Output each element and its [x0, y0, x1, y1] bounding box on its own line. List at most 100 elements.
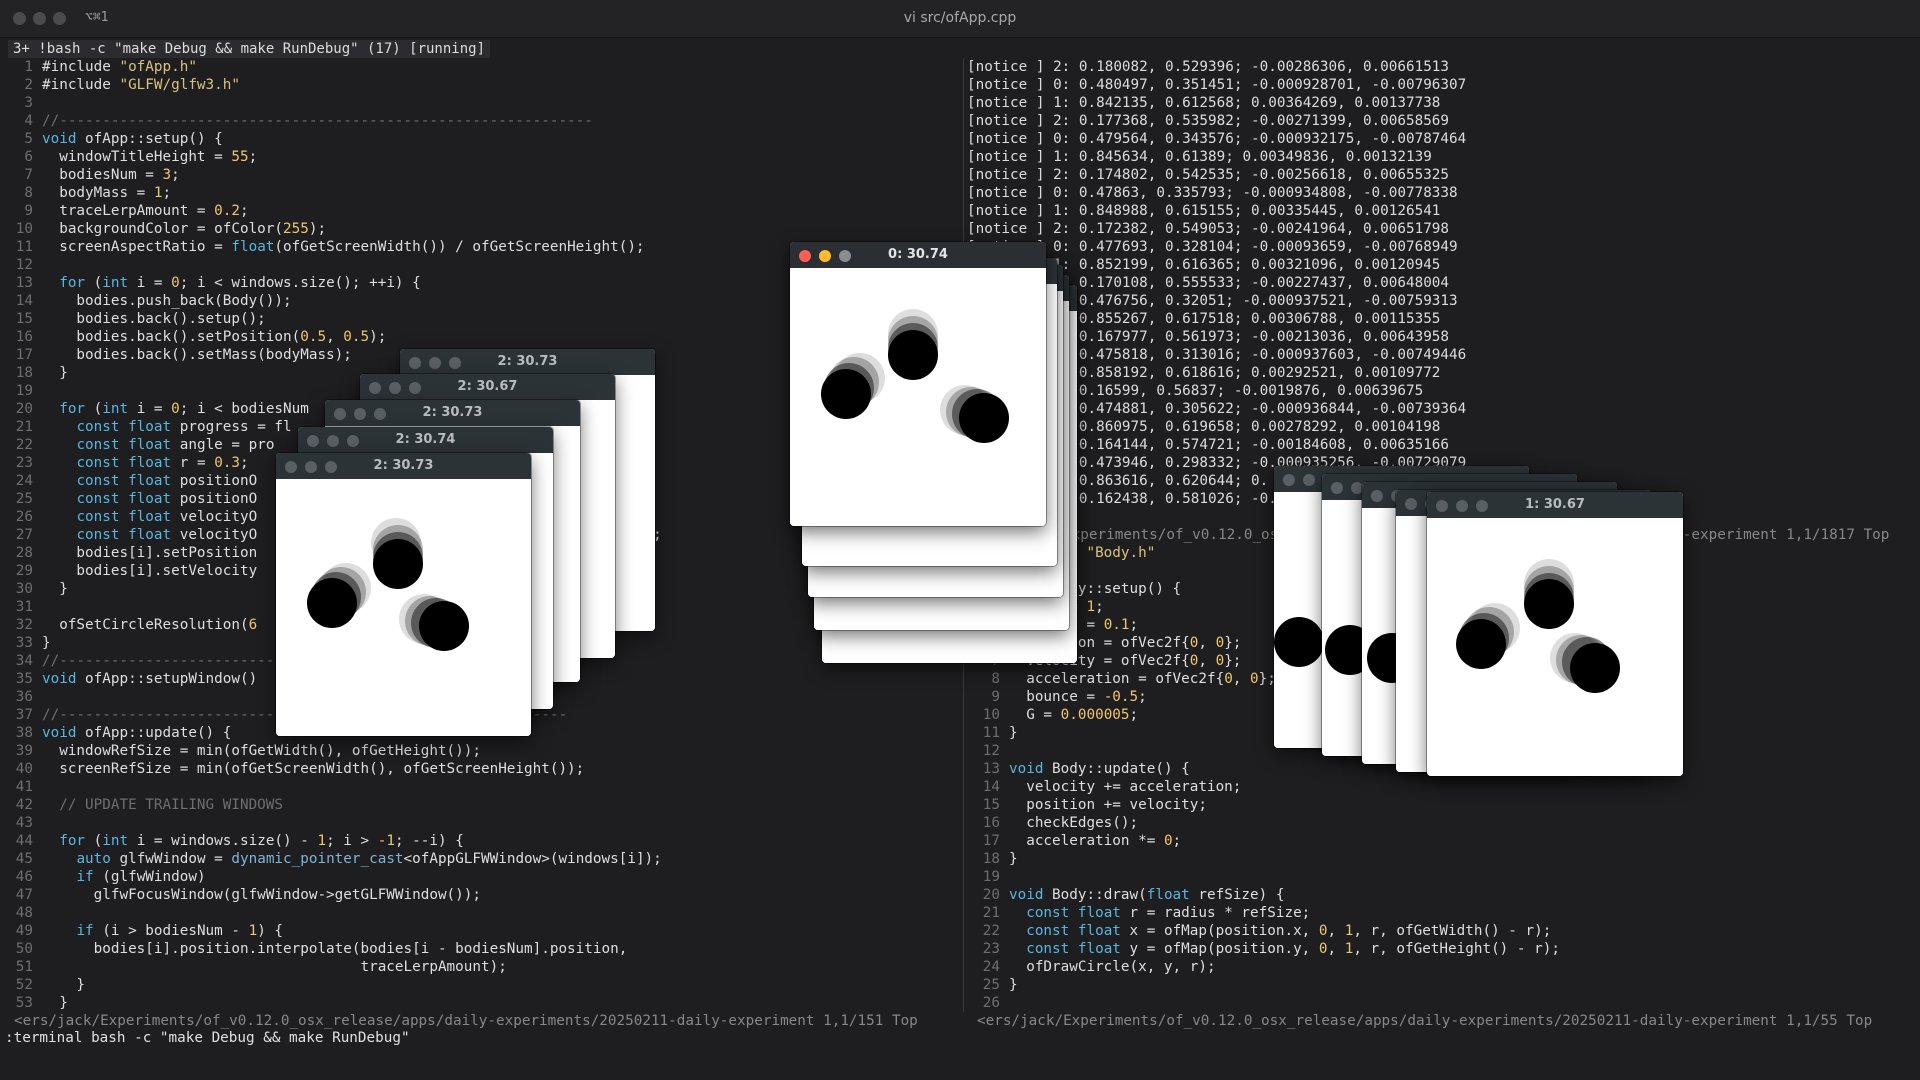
- right-code-line[interactable]: 25}: [967, 976, 1920, 994]
- line-number: 44: [15, 833, 33, 849]
- code-text: ofDrawCircle(x, y, r);: [1009, 959, 1216, 975]
- log-line: [notice ] 2: 0.164144, 0.574721; -0.0018…: [967, 437, 1450, 453]
- code-text: bounce = -0.5;: [1009, 689, 1147, 705]
- body-circle: [419, 601, 469, 651]
- line-number: 9: [24, 203, 33, 219]
- code-text: windowRefSize = min(ofGetWidth(), ofGetH…: [42, 743, 481, 759]
- code-text: bodies.back().setup();: [42, 311, 266, 327]
- line-number: 12: [982, 743, 1000, 759]
- left-code-line[interactable]: 39 windowRefSize = min(ofGetWidth(), ofG…: [0, 742, 962, 760]
- left-code-line[interactable]: 1 #include "ofApp.h": [0, 58, 962, 76]
- line-number: 21: [15, 419, 33, 435]
- line-number: 4: [24, 113, 33, 129]
- left-code-line[interactable]: 10 backgroundColor = ofColor(255);: [0, 220, 962, 238]
- code-text: void Body::draw(float refSize) {: [1009, 887, 1285, 903]
- log-line: [notice ] 2: 0.174802, 0.542535; -0.0025…: [967, 167, 1450, 183]
- log-line: [notice ] 2: 0.167977, 0.561973; -0.0021…: [967, 329, 1450, 345]
- bodies-render: [307, 518, 469, 651]
- right-code-line[interactable]: 23 const float y = ofMap(position.y, 0, …: [967, 940, 1920, 958]
- right-code-line[interactable]: 24 ofDrawCircle(x, y, r);: [967, 958, 1920, 976]
- left-code-line[interactable]: 52 }: [0, 976, 962, 994]
- left-code-line[interactable]: 9 traceLerpAmount = 0.2;: [0, 202, 962, 220]
- left-code-line[interactable]: 5 void ofApp::setup() {: [0, 130, 962, 148]
- code-text: const float x = ofMap(position.x, 0, 1, …: [1026, 923, 1552, 939]
- of-window-left-1[interactable]: 2: 30.73: [276, 453, 531, 736]
- line-number: 20: [982, 887, 1000, 903]
- left-code-line[interactable]: 42 // UPDATE TRAILING WINDOWS: [0, 796, 962, 814]
- code-text: const float progress = fl: [76, 419, 292, 435]
- left-code-line[interactable]: 40 screenRefSize = min(ofGetScreenWidth(…: [0, 760, 962, 778]
- left-code-line[interactable]: 48: [0, 904, 962, 922]
- vim-tabline[interactable]: 3+ !bash -c "make Debug && make RunDebug…: [8, 40, 491, 58]
- left-code-line[interactable]: 3: [0, 94, 962, 112]
- line-number: 42: [15, 797, 33, 813]
- line-number: 40: [15, 761, 33, 777]
- of-window-right-1[interactable]: 1: 30.67: [1427, 492, 1683, 776]
- body-circle: [888, 330, 938, 380]
- bodies-render: [821, 309, 1009, 443]
- line-number: 18: [982, 851, 1000, 867]
- right-code-line[interactable]: 26: [967, 994, 1920, 1012]
- line-number: 1: [24, 59, 33, 75]
- code-text: backgroundColor = ofColor(255);: [42, 221, 327, 237]
- right-code-line[interactable]: 19: [967, 868, 1920, 886]
- code-text: }: [42, 995, 68, 1011]
- left-status-line: <ers/jack/Experiments/of_v0.12.0_osx_rel…: [14, 1013, 918, 1029]
- code-text: }: [42, 581, 68, 597]
- left-code-line[interactable]: 47 glfwFocusWindow(glfwWindow->getGLFWWi…: [0, 886, 962, 904]
- left-code-line[interactable]: 46 if (glfwWindow): [0, 868, 962, 886]
- right-code-line[interactable]: 15 position += velocity;: [967, 796, 1920, 814]
- left-code-line[interactable]: 43: [0, 814, 962, 832]
- line-number: 14: [15, 293, 33, 309]
- code-text: bodiesNum = 3;: [42, 167, 180, 183]
- right-code-line[interactable]: 20 void Body::draw(float refSize) {: [967, 886, 1920, 904]
- left-code-line[interactable]: 45 auto glfwWindow = dynamic_pointer_cas…: [0, 850, 962, 868]
- log-output-pane[interactable]: [notice ] 2: 0.180082, 0.529396; -0.0028…: [967, 58, 1920, 508]
- right-code-line[interactable]: 22 const float x = ofMap(position.x, 0, …: [967, 922, 1920, 940]
- code-text: void ofApp::setupWindow(): [42, 671, 258, 687]
- left-code-line[interactable]: 49 if (i > bodiesNum - 1) {: [0, 922, 962, 940]
- body-circle: [1524, 579, 1574, 629]
- right-code-line[interactable]: 14 velocity += acceleration;: [967, 778, 1920, 796]
- log-line: [notice ] 0: 0.477693, 0.328104; -0.0009…: [967, 239, 1458, 255]
- left-code-line[interactable]: 4 //-------------------------------------…: [0, 112, 962, 130]
- left-code-line[interactable]: 51 traceLerpAmount);: [0, 958, 962, 976]
- of-window-title: 0: 30.74: [888, 247, 948, 262]
- left-code-line[interactable]: 44 for (int i = windows.size() - 1; i > …: [0, 832, 962, 850]
- line-number: 53: [15, 995, 33, 1011]
- line-number: 32: [15, 617, 33, 633]
- left-code-line[interactable]: 7 bodiesNum = 3;: [0, 166, 962, 184]
- command-line[interactable]: :terminal bash -c "make Debug && make Ru…: [5, 1030, 410, 1046]
- log-line: [notice ] 2: 0.16599, 0.56837; -0.001987…: [967, 383, 1424, 399]
- left-code-line[interactable]: 2 #include "GLFW/glfw3.h": [0, 76, 962, 94]
- line-number: 10: [982, 707, 1000, 723]
- log-line: [notice ] 1: 0.845634, 0.61389; 0.003498…: [967, 149, 1432, 165]
- code-text: G = 0.000005;: [1009, 707, 1139, 723]
- line-number: 6: [24, 149, 33, 165]
- log-line: [notice ] 2: 0.180082, 0.529396; -0.0028…: [967, 59, 1450, 75]
- terminal-titlebar: ⌥⌘1 vi src/ofApp.cpp: [0, 0, 1920, 38]
- line-number: 22: [15, 437, 33, 453]
- line-number: 48: [15, 905, 33, 921]
- right-code-line[interactable]: 18}: [967, 850, 1920, 868]
- code-text: screenRefSize = min(ofGetScreenWidth(), …: [42, 761, 585, 777]
- right-code-line[interactable]: 16 checkEdges();: [967, 814, 1920, 832]
- line-number: 47: [15, 887, 33, 903]
- right-code-line[interactable]: 17 acceleration *= 0;: [967, 832, 1920, 850]
- line-number: 19: [15, 383, 33, 399]
- left-code-line[interactable]: 41: [0, 778, 962, 796]
- code-text: void ofApp::setup() {: [42, 131, 223, 147]
- code-text: bodies.back().setPosition(0.5, 0.5);: [42, 329, 387, 345]
- code-text: acceleration = ofVec2f{0, 0};: [1009, 671, 1276, 687]
- left-code-line[interactable]: 8 bodyMass = 1;: [0, 184, 962, 202]
- left-code-line[interactable]: 6 windowTitleHeight = 55;: [0, 148, 962, 166]
- line-number: 31: [15, 599, 33, 615]
- of-window-center-active[interactable]: 0: 30.74: [790, 242, 1046, 526]
- left-code-line[interactable]: 50 bodies[i].position.interpolate(bodies…: [0, 940, 962, 958]
- code-text: #include "ofApp.h": [42, 59, 197, 75]
- of-window-title: 2: 30.73: [373, 458, 434, 473]
- left-code-line[interactable]: 53 }: [0, 994, 962, 1012]
- line-number: 51: [15, 959, 33, 975]
- right-code-line[interactable]: 21 const float r = radius * refSize;: [967, 904, 1920, 922]
- line-number: 33: [15, 635, 33, 651]
